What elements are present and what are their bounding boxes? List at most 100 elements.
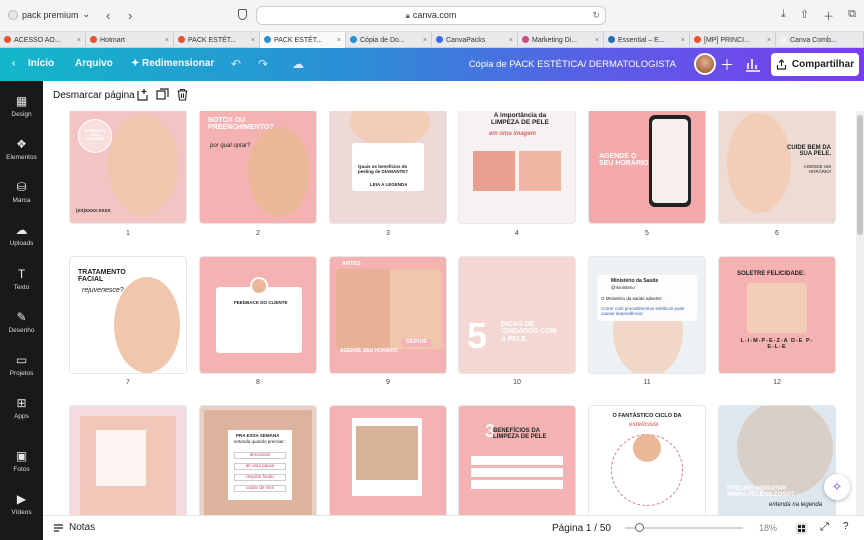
sidebar-item-apps[interactable]: ⊞ Apps [0,396,43,420]
notes-button[interactable]: Notas [53,522,95,533]
page-thumbnail[interactable]: BOTOX OU PREENCHIMENTO? por qual optar? [200,111,316,223]
page-thumbnail[interactable]: 3 BENEFÍCIOS DA LIMPEZA DE PELE [459,406,575,515]
resize-button[interactable]: Redimensionar [142,58,214,69]
page-thumbnail[interactable]: AGENDE O SEU HORÁRIO (XX)XXXX-XXXX [70,111,186,223]
close-tab-icon[interactable]: × [161,37,169,44]
close-tab-icon[interactable]: × [247,37,255,44]
browser-tab[interactable]: Essential – E... × [604,32,690,48]
page-thumbnail[interactable]: TRATAMENTO FACIAL rejuvenesce? [70,257,186,373]
file-menu-button[interactable]: Arquivo [75,58,113,69]
download-icon[interactable]: ⤓ [781,8,786,24]
sidebar-item-elementos[interactable]: ❖ Elementos [0,137,43,161]
sidebar-item-uploads[interactable]: ☁ Uploads [0,223,43,247]
page-thumbnail[interactable]: SOLETRE FELICIDADE: L-I-M-P-E-Z-A D-E P-E… [719,257,835,373]
forward-icon[interactable]: › [128,8,132,23]
card-subtitle: por qual optar? [210,143,251,149]
page-thumbnail[interactable]: 5 DICAS DE CUIDADOS COM A PELE. [459,257,575,373]
before-photo [336,269,390,349]
page-thumbnail[interactable]: O FANTÁSTICO CICLO DA esteticista [589,406,705,515]
after-label: DEPOIS [402,339,431,347]
add-page-icon[interactable] [136,88,149,101]
sidebar-item-projetos[interactable]: ▭ Projetos [0,353,43,377]
analytics-icon[interactable] [744,56,762,72]
fullscreen-icon[interactable]: ⤢ [820,521,829,534]
page-thumbnail[interactable]: Quais os benefícios do peeling de DIAMAN… [330,111,446,223]
browser-tab[interactable]: Marketing Di... × [518,32,604,48]
share-button[interactable]: Compartilhar [771,53,859,76]
page-thumbnail[interactable]: FEEDBACK DO CLIENTE [200,257,316,373]
cloud-saved-icon[interactable]: ☁ [292,57,304,71]
shield-icon[interactable] [238,9,247,20]
sidebar-item-marca[interactable]: ⛁ Marca [0,180,43,204]
profile-menu[interactable]: pack premium ⌄ [8,9,90,20]
browser-tab[interactable]: Cópia de Do... × [346,32,432,48]
page-number: 1 [126,230,130,237]
help-icon[interactable]: ? [843,521,849,532]
tab-overview-icon[interactable]: ⧉ [848,8,856,24]
new-tab-icon[interactable]: ＋ [823,8,834,24]
back-chevron-icon[interactable]: ‹ [12,58,15,69]
reload-icon[interactable]: ↻ [592,7,600,24]
sidebar-item-label: Marca [12,197,31,204]
notes-label: Notas [69,522,96,533]
browser-tab[interactable]: [MP] PRINCI... × [690,32,776,48]
page-thumbnail[interactable]: PRA ESSA SEMANA entenda quando precisar: d… [200,406,316,515]
sidebar-item-fotos[interactable]: ▣ Fotos [0,449,43,473]
page-thumbnail[interactable]: Ministério da Saúde @ministerio O Ministér… [589,257,705,373]
tab-favicon-icon [90,36,97,43]
home-button[interactable]: Início [28,58,54,69]
trash-icon[interactable] [176,88,189,101]
video-icon: ▶ [16,492,27,506]
browser-tab[interactable]: CanvaPacks × [432,32,518,48]
page-thumbnail[interactable]: PRECISO HIDRATAR MINHA PELE OLEOSA? enten… [719,406,835,515]
grid-scrollbar[interactable] [856,111,864,515]
close-tab-icon[interactable]: × [763,37,771,44]
magic-assistant-button[interactable]: ✧ [824,474,850,500]
page-thumbnail[interactable]: A importância da LIMPEZA DE PELE em uma i… [459,111,575,223]
sidebar-item-desenho[interactable]: ✎ Desenho [0,310,43,334]
close-tab-icon[interactable]: × [591,37,599,44]
scrollbar-thumb[interactable] [857,115,863,235]
close-tab-icon[interactable]: × [419,37,427,44]
tab-label: ACESSO AO... [14,36,61,44]
model-photo [747,283,807,333]
notes-icon [54,523,63,532]
page-thumbnail[interactable] [330,406,446,515]
add-collaborator-icon[interactable]: ＋ [720,55,734,75]
zoom-slider-handle[interactable] [635,523,644,532]
close-tab-icon[interactable]: × [677,37,685,44]
close-tab-icon[interactable]: × [73,37,81,44]
page-thumbnail[interactable]: CUIDE BEM DA SUA PELE. AGENDE UM HORÁRIO! [719,111,835,223]
grid-view-icon[interactable] [795,522,808,535]
page-thumbnail[interactable]: ANTES DEPOIS AGENDE SEU HORÁRIO [330,257,446,373]
close-tab-icon[interactable]: × [505,37,513,44]
page-thumbnail[interactable] [70,406,186,515]
undo-icon[interactable]: ↶ [231,57,241,71]
avatar[interactable] [694,53,716,75]
back-icon[interactable]: ‹ [106,8,110,23]
deselect-page-button[interactable]: Desmarcar página [53,90,135,101]
address-bar[interactable]: 🔒︎ canva.com ↻ [256,6,606,25]
document-title[interactable]: Cópia de PACK ESTÉTICA/ DERMATOLOGISTA [469,59,676,70]
browser-tab[interactable]: Canva Comb... [776,32,864,48]
card-title: PRA ESSA SEMANA [236,433,280,438]
browser-tab[interactable]: ACESSO AO... × [0,32,86,48]
zoom-level[interactable]: 18% [759,523,777,533]
tab-label: PACK ESTÉT... [274,36,323,44]
page-grid: AGENDE O SEU HORÁRIO (XX)XXXX-XXXX 1 BOTOX … [43,111,856,515]
page-counter[interactable]: Página 1 / 50 [552,523,611,534]
sidebar-item-vídeos[interactable]: ▶ Vídeos [0,492,43,516]
page-thumbnail[interactable]: AGENDE O SEU HORÁRIO [589,111,705,223]
close-tab-icon[interactable]: × [333,37,341,44]
redo-icon[interactable]: ↷ [258,57,268,71]
duplicate-page-icon[interactable] [156,88,169,101]
browser-tab[interactable]: PACK ESTÉT... × [260,32,346,48]
share-icon[interactable]: ⇧ [800,8,809,24]
browser-tab[interactable]: PACK ESTÉT... × [174,32,260,48]
card-title: BOTOX OU PREENCHIMENTO? [208,117,274,132]
browser-tab[interactable]: Hotmart × [86,32,174,48]
sidebar-item-design[interactable]: ▦ Design [0,94,43,118]
product-frame [96,430,146,486]
sidebar-item-texto[interactable]: T Texto [0,267,43,291]
browser-toolbar: pack premium ⌄ ‹ › 🔒︎ canva.com ↻ ⤓ ⇧ ＋ ⧉ [0,0,864,32]
